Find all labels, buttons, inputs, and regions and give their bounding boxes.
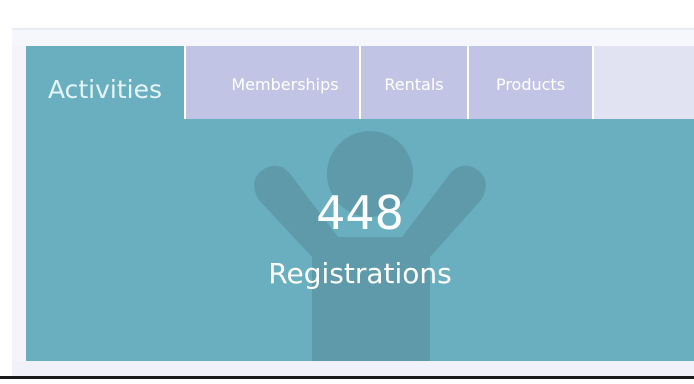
tab-rentals[interactable]: Rentals	[361, 46, 467, 119]
tab-memberships[interactable]: Memberships	[186, 46, 384, 119]
activities-panel: 448 Registrations	[26, 119, 694, 361]
tab-rentals-label: Rentals	[384, 75, 444, 94]
tab-activities[interactable]: Activities	[26, 46, 184, 119]
top-panel	[12, 0, 694, 28]
tab-products[interactable]: Products	[469, 46, 592, 119]
bottom-strip	[12, 361, 694, 376]
registrations-label: Registrations	[268, 257, 452, 290]
below-border	[0, 379, 694, 384]
tab-activities-label: Activities	[47, 75, 163, 104]
gap-strip	[12, 30, 694, 46]
registrations-count: 448	[316, 186, 404, 240]
tab-bar: Activities Memberships Rentals Products	[26, 46, 694, 119]
left-gutter	[0, 0, 12, 376]
tab-memberships-label: Memberships	[231, 75, 339, 94]
person-cheering-icon	[254, 131, 486, 361]
tab-separator	[592, 46, 594, 119]
page: Activities Memberships Rentals Products …	[0, 0, 694, 384]
tab-products-label: Products	[495, 75, 566, 94]
